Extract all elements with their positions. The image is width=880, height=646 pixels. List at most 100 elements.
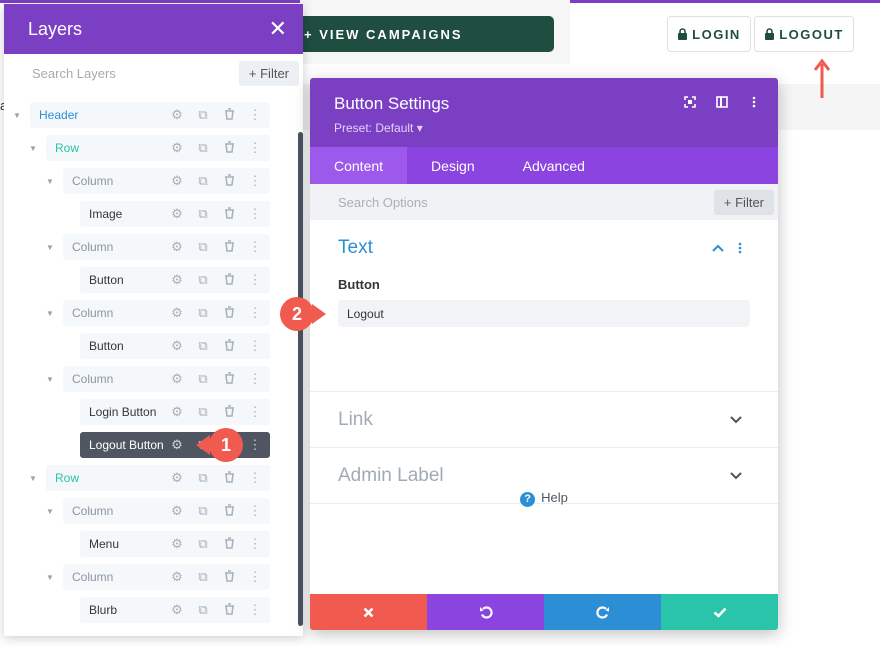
trash-icon[interactable] bbox=[222, 173, 236, 189]
options-search-input[interactable]: Search Options bbox=[338, 195, 428, 210]
expand-caret-icon[interactable]: ▼ bbox=[46, 375, 54, 384]
duplicate-icon[interactable]: ⧉ bbox=[196, 602, 210, 618]
more-icon[interactable]: ⋮ bbox=[248, 305, 262, 321]
gear-icon[interactable]: ⚙ bbox=[170, 107, 184, 123]
trash-icon[interactable] bbox=[222, 140, 236, 156]
layer-item-column[interactable]: Column ⚙ ⧉ ⋮ bbox=[63, 498, 270, 524]
text-section-header[interactable]: Text bbox=[310, 220, 778, 276]
trash-icon[interactable] bbox=[222, 206, 236, 222]
tab-advanced[interactable]: Advanced bbox=[499, 147, 609, 184]
gear-icon[interactable]: ⚙ bbox=[170, 140, 184, 156]
duplicate-icon[interactable]: ⧉ bbox=[196, 536, 210, 552]
duplicate-icon[interactable]: ⧉ bbox=[196, 371, 210, 387]
login-button[interactable]: LOGIN bbox=[667, 16, 751, 52]
duplicate-icon[interactable]: ⧉ bbox=[196, 470, 210, 486]
expand-caret-icon[interactable]: ▼ bbox=[46, 177, 54, 186]
duplicate-icon[interactable]: ⧉ bbox=[196, 206, 210, 222]
duplicate-icon[interactable]: ⧉ bbox=[196, 107, 210, 123]
gear-icon[interactable]: ⚙ bbox=[170, 371, 184, 387]
gear-icon[interactable]: ⚙ bbox=[170, 173, 184, 189]
help-link[interactable]: ? Help bbox=[310, 490, 778, 507]
gear-icon[interactable]: ⚙ bbox=[170, 272, 184, 288]
preset-dropdown[interactable]: Preset: Default ▾ bbox=[334, 121, 778, 135]
layer-item-module[interactable]: Blurb ⚙ ⧉ ⋮ bbox=[80, 597, 270, 623]
gear-icon[interactable]: ⚙ bbox=[170, 569, 184, 585]
more-icon[interactable]: ⋮ bbox=[248, 470, 262, 486]
expand-caret-icon[interactable]: ▼ bbox=[46, 573, 54, 582]
redo-button[interactable] bbox=[544, 594, 661, 630]
layer-item-column[interactable]: Column ⚙ ⧉ ⋮ bbox=[63, 300, 270, 326]
trash-icon[interactable] bbox=[222, 371, 236, 387]
trash-icon[interactable] bbox=[222, 536, 236, 552]
layer-item-row[interactable]: Row ⚙ ⧉ ⋮ bbox=[46, 135, 270, 161]
more-icon[interactable]: ⋮ bbox=[248, 338, 262, 354]
duplicate-icon[interactable]: ⧉ bbox=[196, 239, 210, 255]
layer-item-section[interactable]: Header ⚙ ⧉ ⋮ bbox=[30, 102, 270, 128]
expand-caret-icon[interactable]: ▼ bbox=[46, 507, 54, 516]
gear-icon[interactable]: ⚙ bbox=[170, 206, 184, 222]
more-icon[interactable]: ⋮ bbox=[248, 107, 262, 123]
duplicate-icon[interactable]: ⧉ bbox=[196, 503, 210, 519]
tab-design[interactable]: Design bbox=[407, 147, 499, 184]
trash-icon[interactable] bbox=[222, 239, 236, 255]
duplicate-icon[interactable]: ⧉ bbox=[196, 569, 210, 585]
trash-icon[interactable] bbox=[222, 569, 236, 585]
layers-search-input[interactable]: Search Layers bbox=[32, 66, 116, 81]
duplicate-icon[interactable]: ⧉ bbox=[196, 338, 210, 354]
expand-caret-icon[interactable]: ▼ bbox=[13, 111, 21, 120]
more-options-icon[interactable] bbox=[748, 96, 760, 108]
gear-icon[interactable]: ⚙ bbox=[170, 437, 184, 453]
duplicate-icon[interactable]: ⧉ bbox=[196, 404, 210, 420]
view-campaigns-button[interactable]: + VIEW CAMPAIGNS bbox=[294, 16, 554, 52]
trash-icon[interactable] bbox=[222, 602, 236, 618]
more-icon[interactable]: ⋮ bbox=[248, 536, 262, 552]
trash-icon[interactable] bbox=[222, 470, 236, 486]
trash-icon[interactable] bbox=[222, 107, 236, 123]
gear-icon[interactable]: ⚙ bbox=[170, 470, 184, 486]
duplicate-icon[interactable]: ⧉ bbox=[196, 140, 210, 156]
layers-filter-button[interactable]: + Filter bbox=[238, 60, 299, 86]
gear-icon[interactable]: ⚙ bbox=[170, 338, 184, 354]
duplicate-icon[interactable]: ⧉ bbox=[196, 272, 210, 288]
duplicate-icon[interactable]: ⧉ bbox=[196, 305, 210, 321]
more-icon[interactable]: ⋮ bbox=[248, 173, 262, 189]
more-icon[interactable]: ⋮ bbox=[248, 239, 262, 255]
duplicate-icon[interactable]: ⧉ bbox=[196, 173, 210, 189]
button-text-input[interactable]: Logout bbox=[338, 300, 750, 327]
more-icon[interactable]: ⋮ bbox=[248, 206, 262, 222]
expand-icon[interactable] bbox=[684, 96, 696, 108]
layer-item-module[interactable]: Login Button ⚙ ⧉ ⋮ bbox=[80, 399, 270, 425]
logout-button[interactable]: LOGOUT bbox=[754, 16, 854, 52]
more-icon[interactable]: ⋮ bbox=[248, 404, 262, 420]
trash-icon[interactable] bbox=[222, 272, 236, 288]
more-icon[interactable]: ⋮ bbox=[248, 437, 262, 453]
layer-item-module[interactable]: Button ⚙ ⧉ ⋮ bbox=[80, 267, 270, 293]
gear-icon[interactable]: ⚙ bbox=[170, 239, 184, 255]
more-icon[interactable]: ⋮ bbox=[248, 503, 262, 519]
layer-item-column[interactable]: Column ⚙ ⧉ ⋮ bbox=[63, 564, 270, 590]
gear-icon[interactable]: ⚙ bbox=[170, 503, 184, 519]
trash-icon[interactable] bbox=[222, 404, 236, 420]
link-section-header[interactable]: Link bbox=[310, 392, 778, 448]
expand-caret-icon[interactable]: ▼ bbox=[29, 474, 37, 483]
layer-item-module[interactable]: Menu ⚙ ⧉ ⋮ bbox=[80, 531, 270, 557]
expand-caret-icon[interactable]: ▼ bbox=[46, 309, 54, 318]
layer-item-column[interactable]: Column ⚙ ⧉ ⋮ bbox=[63, 234, 270, 260]
more-icon[interactable]: ⋮ bbox=[248, 272, 262, 288]
chevron-down-icon[interactable] bbox=[730, 416, 742, 424]
trash-icon[interactable] bbox=[222, 503, 236, 519]
discard-button[interactable] bbox=[310, 594, 427, 630]
gear-icon[interactable]: ⚙ bbox=[170, 305, 184, 321]
layers-scrollbar[interactable] bbox=[298, 132, 303, 626]
layer-item-module[interactable]: Button ⚙ ⧉ ⋮ bbox=[80, 333, 270, 359]
tab-content[interactable]: Content bbox=[310, 147, 408, 184]
expand-caret-icon[interactable]: ▼ bbox=[46, 243, 54, 252]
more-icon[interactable]: ⋮ bbox=[248, 569, 262, 585]
close-icon[interactable]: ✕ bbox=[269, 16, 287, 42]
more-icon[interactable]: ⋮ bbox=[248, 602, 262, 618]
section-more-icon[interactable] bbox=[738, 242, 742, 254]
expand-caret-icon[interactable]: ▼ bbox=[29, 144, 37, 153]
chevron-up-icon[interactable] bbox=[712, 244, 724, 252]
gear-icon[interactable]: ⚙ bbox=[170, 602, 184, 618]
layer-item-column[interactable]: Column ⚙ ⧉ ⋮ bbox=[63, 168, 270, 194]
